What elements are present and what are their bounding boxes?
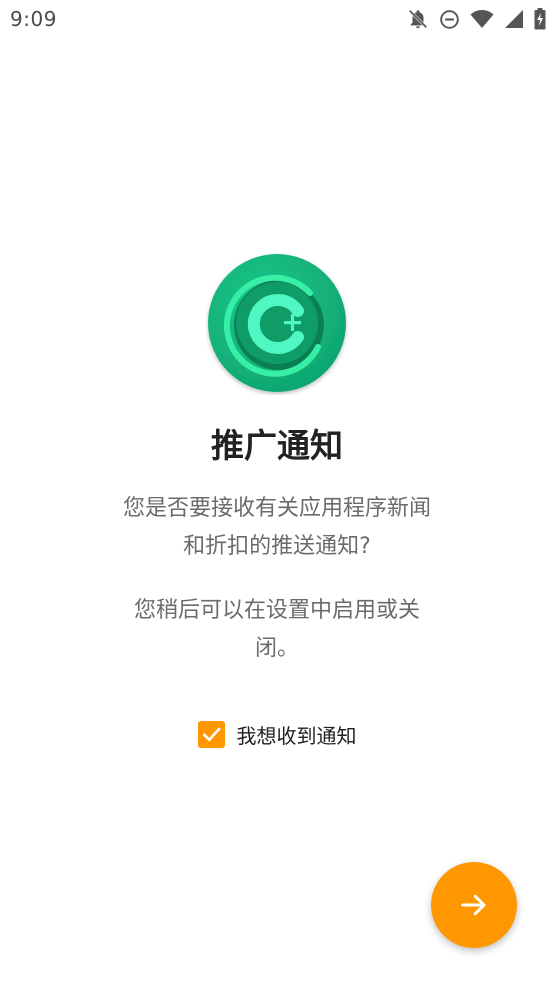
page-title: 推广通知 <box>211 426 343 465</box>
question-line-2: 和折扣的推送通知? <box>183 534 371 559</box>
status-icons <box>407 6 546 32</box>
status-time: 9:09 <box>10 7 57 31</box>
opt-in-label: 我想收到通知 <box>236 724 357 748</box>
status-bar: 9:09 <box>0 0 554 38</box>
wifi-icon <box>470 9 494 29</box>
battery-charging-icon <box>534 8 546 30</box>
do-not-disturb-icon <box>439 9 460 30</box>
settings-hint: 您稍后可以在设置中启用或关 闭。 <box>107 592 447 668</box>
notifications-off-icon <box>407 8 429 30</box>
check-icon <box>202 727 221 742</box>
arrow-right-icon <box>461 894 486 916</box>
hint-line-1: 您稍后可以在设置中启用或关 <box>133 598 420 623</box>
question-line-1: 您是否要接收有关应用程序新闻 <box>122 496 431 521</box>
opt-in-row[interactable]: 我想收到通知 <box>0 720 554 749</box>
next-button[interactable] <box>431 862 517 948</box>
notification-question: 您是否要接收有关应用程序新闻 和折扣的推送通知? <box>97 490 457 566</box>
signal-icon <box>504 9 524 29</box>
hint-line-2: 闭。 <box>254 636 299 661</box>
app-logo-icon <box>206 253 348 395</box>
opt-in-checkbox[interactable] <box>197 721 225 748</box>
